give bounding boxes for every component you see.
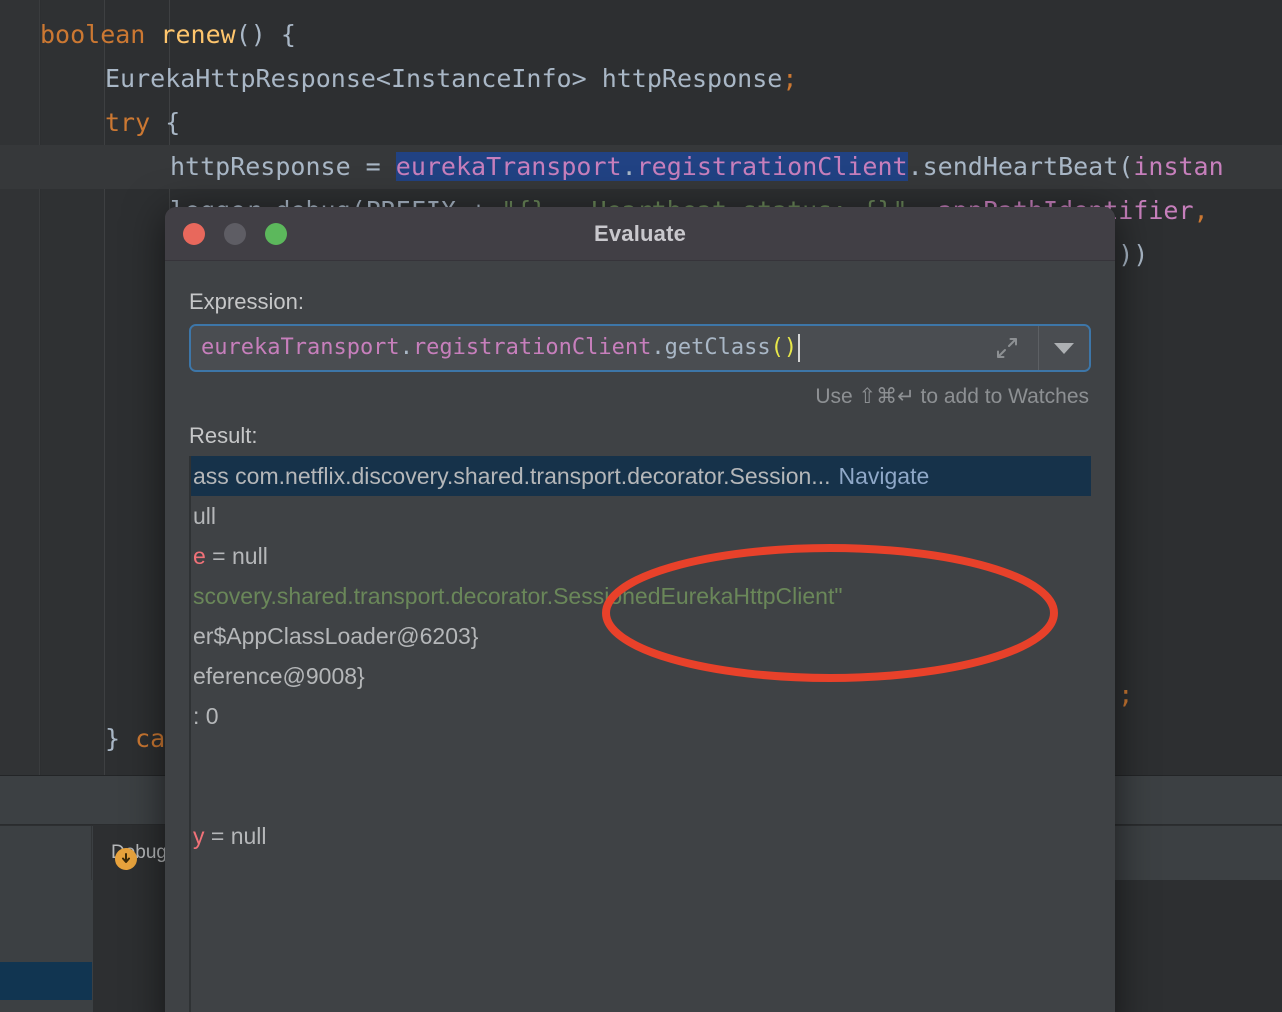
text-caret — [798, 334, 801, 362]
result-text: er$AppClassLoader@6203} — [193, 623, 479, 649]
code-token: httpResponse = — [170, 152, 396, 181]
code-token: try — [105, 108, 151, 137]
code-line[interactable]: httpResponse = eurekaTransport.registrat… — [0, 145, 1282, 189]
result-text: y — [193, 823, 205, 849]
expression-token: getClass — [664, 335, 771, 360]
code-token: boolean — [40, 20, 161, 49]
result-row-selected[interactable]: ass com.netflix.discovery.shared.transpo… — [191, 456, 1091, 496]
result-label: Result: — [189, 423, 258, 448]
expression-token: eurekaTransport — [201, 335, 400, 360]
minimize-button[interactable] — [224, 222, 246, 245]
expression-label: Expression: — [189, 289, 304, 314]
expression-token: () — [770, 335, 798, 360]
result-row[interactable]: y = null — [191, 816, 1091, 856]
result-text: eference@9008} — [193, 663, 365, 689]
code-token: , — [1193, 196, 1209, 225]
expand-icon[interactable] — [976, 326, 1038, 370]
code-token: instan — [1133, 152, 1224, 181]
close-button[interactable] — [183, 222, 205, 245]
code-line[interactable]: try { — [0, 101, 1282, 145]
debug-icon — [115, 848, 137, 870]
code-token: ; — [782, 64, 798, 93]
result-text: scovery.shared.transport.decorator.Sessi… — [193, 583, 843, 609]
result-text: = null — [205, 543, 268, 569]
tool-window-side-strip[interactable] — [0, 826, 92, 880]
code-token: renew — [160, 20, 236, 49]
code-token: ca — [135, 724, 166, 753]
chevron-down-icon[interactable] — [1039, 326, 1089, 370]
result-tree[interactable]: ass com.netflix.discovery.shared.transpo… — [189, 456, 1091, 1012]
code-token: eurekaTransport — [395, 152, 622, 181]
code-token: registrationClient — [636, 152, 908, 181]
expression-token: . — [651, 335, 665, 360]
code-token: EurekaHttpResponse<InstanceInfo> httpRes… — [105, 64, 783, 93]
code-line[interactable]: boolean renew() { — [0, 13, 1282, 57]
result-row[interactable]: scovery.shared.transport.decorator.Sessi… — [191, 576, 1091, 616]
dialog-title: Evaluate — [593, 220, 687, 246]
window-controls — [183, 222, 287, 245]
screen: boolean renew() {EurekaHttpResponse<Inst… — [0, 0, 1282, 1012]
dialog-body: Expression: eurekaTransport. registration… — [165, 261, 1115, 1012]
code-token: { — [150, 108, 181, 137]
result-text: : 0 — [193, 703, 219, 729]
result-text: = null — [204, 823, 267, 849]
code-token: ; — [1118, 680, 1134, 709]
code-token: .sendHeartBeat( — [907, 152, 1134, 181]
expression-field[interactable]: eurekaTransport. registrationClient. getCl… — [189, 324, 1091, 372]
result-row[interactable]: er$AppClassLoader@6203} — [191, 616, 1091, 656]
expression-token: registrationClient — [412, 335, 652, 360]
expression-token: . — [399, 335, 413, 360]
result-row[interactable] — [191, 776, 1091, 816]
result-text: e — [193, 543, 206, 569]
result-row[interactable]: ull — [191, 496, 1091, 536]
result-row[interactable]: eference@9008} — [191, 656, 1091, 696]
chevron-glyph — [1054, 342, 1074, 354]
result-row[interactable] — [191, 736, 1091, 776]
debug-frame-selected-row[interactable] — [0, 962, 92, 1000]
code-line[interactable]: EurekaHttpResponse<InstanceInfo> httpRes… — [0, 57, 1282, 101]
maximize-button[interactable] — [265, 222, 287, 245]
result-text: ull — [193, 503, 217, 529]
expression-input[interactable]: eurekaTransport. registrationClient. getCl… — [191, 326, 976, 370]
code-token: . — [621, 152, 637, 181]
result-row[interactable]: : 0 — [191, 696, 1091, 736]
code-token: () { — [235, 20, 296, 49]
evaluate-dialog[interactable]: Evaluate Expression: eurekaTransport. reg… — [165, 207, 1115, 1012]
watches-hint: Use ⇧⌘↵ to add to Watches — [815, 385, 1089, 408]
result-text: ass com.netflix.discovery.shared.transpo… — [193, 463, 831, 489]
dialog-titlebar[interactable]: Evaluate — [165, 207, 1115, 261]
code-token: } — [105, 724, 136, 753]
result-row[interactable]: e = null — [191, 536, 1091, 576]
navigate-link[interactable]: Navigate — [838, 463, 929, 489]
